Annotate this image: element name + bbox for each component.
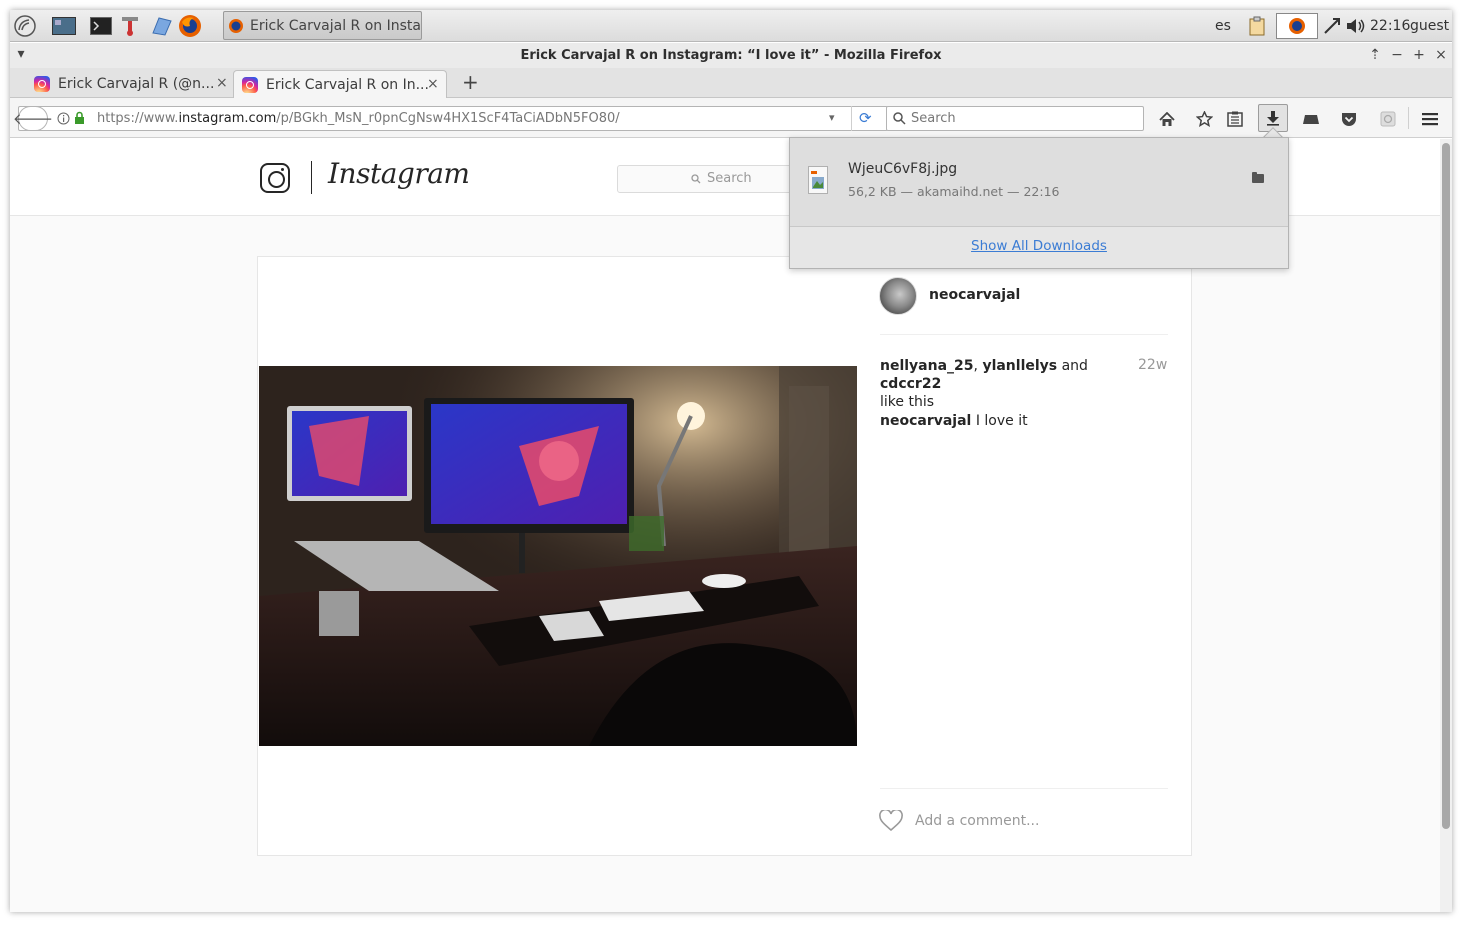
history-dropdown-icon[interactable]: ▾ xyxy=(829,111,835,124)
instagram-camera-icon[interactable] xyxy=(260,163,290,193)
url-domain: instagram.com xyxy=(178,111,277,126)
app-menu-icon[interactable] xyxy=(12,13,38,39)
desktop-icon[interactable] xyxy=(51,13,77,39)
divider xyxy=(790,226,1288,227)
files-icon[interactable] xyxy=(148,13,174,39)
image-file-icon xyxy=(808,166,828,194)
close-tab-icon[interactable]: × xyxy=(216,75,228,91)
search-icon xyxy=(893,112,906,125)
new-tab-button[interactable]: + xyxy=(454,68,479,96)
tab-post[interactable]: Erick Carvajal R on In... × xyxy=(233,70,447,99)
instagram-wordmark[interactable]: Instagram xyxy=(328,157,470,190)
close-window-icon[interactable]: × xyxy=(1434,47,1448,63)
screenshot-icon[interactable] xyxy=(1376,107,1400,131)
scrollbar-thumb[interactable] xyxy=(1442,143,1450,829)
downloads-panel: WjeuC6vF8j.jpg 56,2 KB — akamaihd.net — … xyxy=(789,137,1289,269)
back-button[interactable]: 🡐 xyxy=(13,106,53,131)
arrow-left-icon: 🡐 xyxy=(12,110,54,128)
post-card: neocarvajal nellyana_25, ylanllelys and … xyxy=(257,256,1192,856)
search-icon xyxy=(691,174,701,184)
caption-username[interactable]: neocarvajal xyxy=(880,413,971,429)
caption-text: I love it xyxy=(975,413,1028,429)
minimize-icon[interactable]: − xyxy=(1390,47,1404,63)
taskbar-firefox-window[interactable]: Erick Carvajal R on Insta... xyxy=(223,11,422,40)
heart-icon[interactable] xyxy=(879,810,903,832)
post-username[interactable]: neocarvajal xyxy=(929,287,1020,303)
reading-list-icon[interactable] xyxy=(1223,107,1247,131)
terminal-icon[interactable] xyxy=(88,13,114,39)
instagram-favicon-icon xyxy=(34,76,50,92)
tools-icon[interactable] xyxy=(117,13,143,39)
network-icon[interactable] xyxy=(1323,10,1341,42)
bookmark-star-icon[interactable] xyxy=(1192,107,1216,131)
likes-separator: , xyxy=(973,358,978,374)
likes-suffix: like this xyxy=(880,394,934,410)
tab-label: Erick Carvajal R on In... xyxy=(266,77,429,93)
tab-label: Erick Carvajal R (@n... xyxy=(58,76,215,92)
toolbar-divider xyxy=(1408,107,1409,129)
download-file-name: WjeuC6vF8j.jpg xyxy=(848,161,958,177)
close-tab-icon[interactable]: × xyxy=(427,76,439,92)
reload-icon[interactable]: ⟳ xyxy=(859,109,872,127)
user-menu[interactable]: guest xyxy=(1410,10,1449,42)
page-scrollbar[interactable] xyxy=(1440,139,1452,912)
taskbar-title: Erick Carvajal R on Insta... xyxy=(250,17,422,34)
desk-setup-image xyxy=(259,366,857,746)
url-path: /p/BGkh_MsN_r0pnCgNsw4HX1ScF4TaCiADbN5FO… xyxy=(276,111,620,126)
keyboard-layout-label: es xyxy=(1215,18,1231,34)
comment-input[interactable]: Add a comment... xyxy=(915,813,1039,829)
post-caption: neocarvajal I love it xyxy=(880,413,1028,429)
search-bar[interactable]: Search xyxy=(886,106,1144,131)
post-age[interactable]: 22w xyxy=(1138,357,1167,373)
maximize-icon[interactable]: + xyxy=(1412,47,1426,63)
show-all-downloads-label: Show All Downloads xyxy=(971,238,1107,254)
clock-label: 22:16 xyxy=(1370,18,1411,34)
window-titlebar[interactable]: ▾ Erick Carvajal R on Instagram: “I love… xyxy=(10,43,1452,68)
lock-icon[interactable] xyxy=(74,111,85,125)
window-title: Erick Carvajal R on Instagram: “I love i… xyxy=(520,48,942,63)
info-icon[interactable] xyxy=(57,112,70,125)
firefox-icon[interactable] xyxy=(177,13,203,39)
liker-link[interactable]: nellyana_25 xyxy=(880,358,974,374)
navigation-toolbar: 🡐 https://www.instagram.com/p/BGkh_MsN_r… xyxy=(10,98,1452,138)
url-divider xyxy=(851,106,852,131)
pocket-icon[interactable] xyxy=(1337,107,1361,131)
divider xyxy=(880,334,1168,335)
url-text[interactable]: https://www.instagram.com/p/BGkh_MsN_r0p… xyxy=(97,111,620,126)
url-bar[interactable]: 🡐 https://www.instagram.com/p/BGkh_MsN_r… xyxy=(13,106,888,131)
logo-divider xyxy=(311,161,312,194)
liker-link[interactable]: cdccr22 xyxy=(880,376,941,392)
instagram-favicon-icon xyxy=(242,77,258,93)
tray-firefox-icon[interactable] xyxy=(1276,13,1318,39)
user-label: guest xyxy=(1410,18,1450,34)
clock[interactable]: 22:16 xyxy=(1370,10,1410,42)
system-panel: Erick Carvajal R on Insta... es 22:16 gu… xyxy=(10,10,1452,42)
synced-tabs-icon[interactable] xyxy=(1299,107,1323,131)
volume-icon[interactable] xyxy=(1345,10,1367,42)
keyboard-layout[interactable]: es xyxy=(1215,10,1231,42)
keep-above-icon[interactable]: ⇡ xyxy=(1368,47,1382,63)
download-arrow-icon xyxy=(1267,111,1279,126)
show-all-downloads-link[interactable]: Show All Downloads xyxy=(790,238,1288,254)
tab-profile[interactable]: Erick Carvajal R (@n... × xyxy=(26,70,231,98)
clipboard-icon[interactable] xyxy=(1249,10,1265,42)
instagram-search-input[interactable]: Search xyxy=(617,165,807,193)
likes-and: and xyxy=(1061,358,1088,374)
divider xyxy=(880,788,1168,789)
download-item[interactable]: WjeuC6vF8j.jpg 56,2 KB — akamaihd.net — … xyxy=(790,138,1288,226)
likes-summary: nellyana_25, ylanllelys and cdccr22 like… xyxy=(880,357,1130,411)
search-placeholder: Search xyxy=(707,171,752,186)
firefox-icon xyxy=(229,18,243,33)
tab-strip: Erick Carvajal R (@n... × Erick Carvajal… xyxy=(10,68,1452,99)
home-icon[interactable] xyxy=(1155,107,1179,131)
liker-link[interactable]: ylanllelys xyxy=(982,358,1057,374)
post-photo[interactable] xyxy=(259,366,857,746)
url-prefix: https://www. xyxy=(97,111,179,126)
hamburger-menu-icon[interactable] xyxy=(1418,107,1442,131)
download-file-meta: 56,2 KB — akamaihd.net — 22:16 xyxy=(848,184,1060,199)
plus-icon: + xyxy=(462,70,479,94)
avatar[interactable] xyxy=(879,277,917,315)
open-folder-icon[interactable] xyxy=(1252,172,1264,183)
search-placeholder: Search xyxy=(911,111,956,126)
